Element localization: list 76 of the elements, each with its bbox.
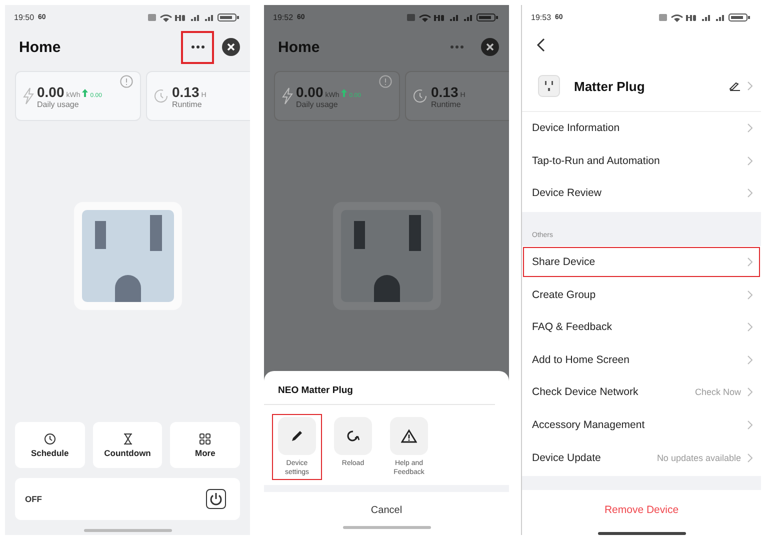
chevron-right-icon <box>747 81 753 91</box>
ellipsis-icon <box>190 45 204 49</box>
plug-icon <box>538 75 560 97</box>
device-name: Matter Plug <box>574 78 646 94</box>
screen-title: Home <box>19 38 62 56</box>
remove-device-button[interactable]: Remove Device <box>598 502 685 518</box>
row-label: Tap-to-Run and Automation <box>532 154 661 167</box>
warning-icon <box>401 429 417 443</box>
row-label: Device Review <box>532 187 602 200</box>
row-label: Share Device <box>532 256 596 268</box>
arrow-up-icon <box>82 88 88 96</box>
row-value: No updates available <box>656 452 741 463</box>
lightning-icon <box>22 87 34 105</box>
chevron-right-icon <box>747 420 753 430</box>
settings-row[interactable]: Device Review <box>522 177 761 210</box>
settings-row[interactable]: Device Update No updates available <box>522 441 761 474</box>
stat-value: 0.13 <box>431 84 458 100</box>
settings-row[interactable]: Check Device Network Check Now <box>522 376 761 409</box>
row-label: Device Information <box>532 122 621 134</box>
hourglass-icon <box>122 432 132 444</box>
row-label: Device Update <box>532 452 602 464</box>
chevron-right-icon <box>747 387 753 398</box>
more-button[interactable] <box>183 32 212 62</box>
chevron-right-icon <box>747 354 753 365</box>
settings-row[interactable]: Device Information <box>522 112 761 145</box>
row-value: Check Now <box>694 387 741 398</box>
settings-row[interactable]: FAQ & Feedback <box>522 310 761 344</box>
ellipsis-icon <box>450 45 464 49</box>
row-label: FAQ & Feedback <box>532 321 613 334</box>
stat-label: Runtime <box>172 100 203 108</box>
power-icon <box>209 492 223 506</box>
status-time: 19:53 <box>531 12 552 22</box>
action-button[interactable]: Countdown <box>92 422 162 468</box>
stat-value: 0.13 <box>172 84 200 100</box>
row-label: Add to Home Screen <box>532 354 630 366</box>
settings-row[interactable]: Accessory Management <box>522 408 761 442</box>
lightning-icon <box>281 87 293 105</box>
clock-icon <box>44 432 56 444</box>
settings-row[interactable]: Tap-to-Run and Automation <box>522 144 761 178</box>
chevron-right-icon <box>747 257 753 268</box>
grid-icon <box>199 432 212 444</box>
action-button[interactable]: More <box>170 422 240 468</box>
chevron-right-icon <box>747 188 753 198</box>
sheet-title: NEO Matter Plug <box>264 371 495 405</box>
chevron-right-icon <box>747 322 753 332</box>
status-time: 19:50 <box>14 12 34 22</box>
clock-icon <box>412 88 428 104</box>
power-state: OFF <box>25 494 42 504</box>
row-label: Accessory Management <box>532 419 646 432</box>
close-icon[interactable] <box>222 38 240 56</box>
stat-label: Daily usage <box>296 100 339 108</box>
back-icon[interactable] <box>536 38 546 52</box>
chevron-right-icon <box>747 290 753 300</box>
cancel-button[interactable]: Cancel <box>362 503 410 518</box>
pencil-icon[interactable] <box>729 81 741 91</box>
stat-value: 0.00 <box>296 84 324 100</box>
status-time: 19:52 <box>273 12 294 22</box>
power-button[interactable] <box>206 489 226 509</box>
row-label: Create Group <box>532 288 597 301</box>
pencil-icon <box>290 429 304 443</box>
settings-row[interactable]: Create Group <box>522 278 761 311</box>
reload-icon <box>346 429 360 443</box>
action-button[interactable]: Schedule <box>15 422 85 468</box>
clock-icon <box>153 88 169 104</box>
stat-label: Runtime <box>431 100 462 108</box>
settings-row[interactable]: Share Device <box>522 246 761 278</box>
chevron-right-icon <box>747 156 753 166</box>
row-label: Check Device Network <box>532 386 640 398</box>
chevron-right-icon <box>747 123 753 134</box>
screen-title: Home <box>278 38 321 56</box>
chevron-right-icon <box>747 452 753 463</box>
stat-value: 0.00 <box>37 84 64 100</box>
stat-label: Daily usage <box>37 100 80 108</box>
arrow-up-icon <box>341 88 348 96</box>
close-icon[interactable] <box>481 38 499 56</box>
settings-row[interactable]: Add to Home Screen <box>522 344 761 376</box>
